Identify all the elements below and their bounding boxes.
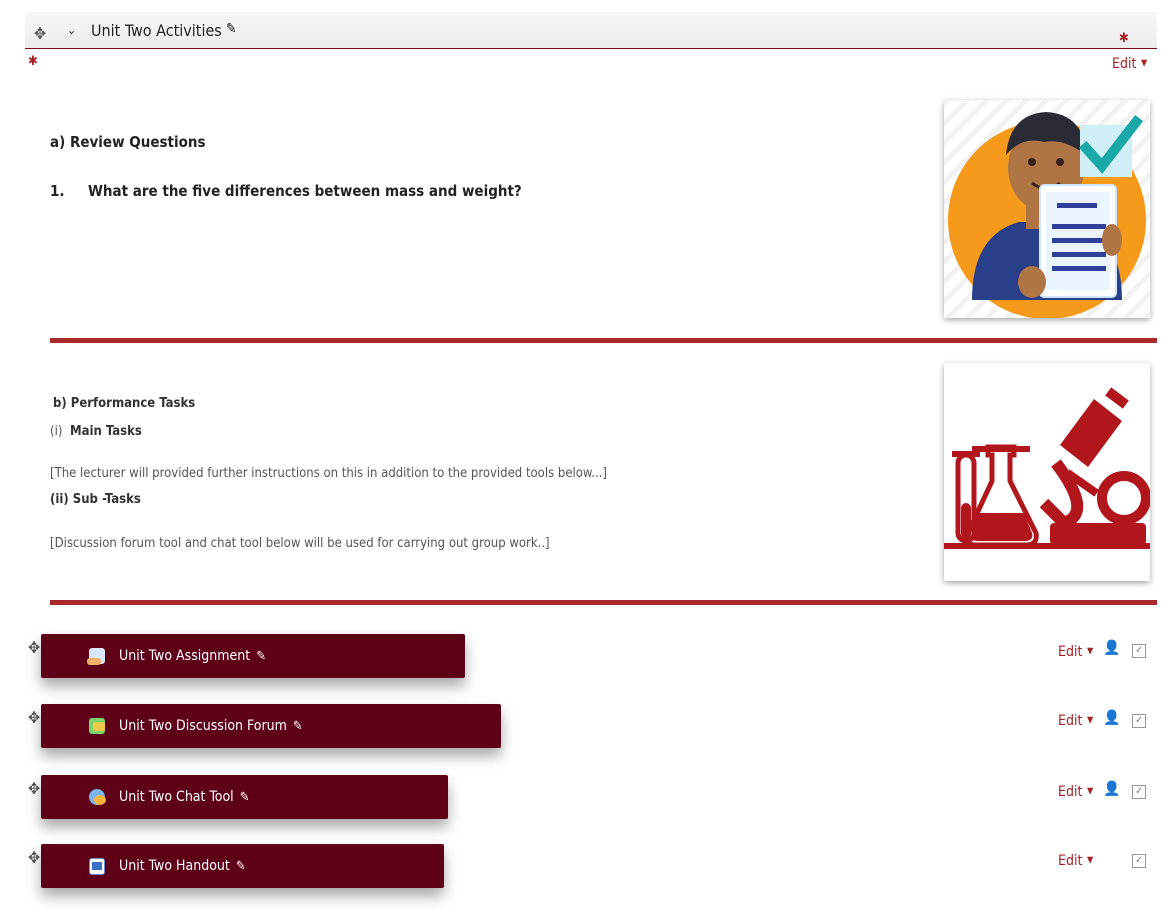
section-gear-icon[interactable]: ✱ xyxy=(1119,32,1129,45)
student-checklist-image xyxy=(944,100,1150,318)
review-heading: a) Review Questions xyxy=(50,133,206,151)
activity-name[interactable]: Unit Two Assignment xyxy=(119,648,250,664)
completion-checkbox-icon[interactable]: ✓ xyxy=(1132,854,1146,868)
user-icon[interactable]: 👤 xyxy=(1103,710,1120,726)
activity-edit-menu[interactable]: Edit ▼ xyxy=(1058,710,1093,729)
forum-icon xyxy=(89,718,105,734)
user-icon[interactable]: 👤 xyxy=(1103,781,1120,797)
section-header: ✥ ⌄ Unit Two Activities ✎ ✱ xyxy=(25,12,1157,49)
move-icon[interactable]: ✥ xyxy=(28,850,40,866)
caret-down-icon: ▼ xyxy=(1086,855,1094,866)
activity-name[interactable]: Unit Two Discussion Forum xyxy=(119,718,287,734)
main-tasks-label: Main Tasks xyxy=(70,424,142,439)
caret-down-icon: ▼ xyxy=(1140,58,1148,69)
performance-heading: b) Performance Tasks xyxy=(53,396,196,411)
completion-checkbox-icon[interactable]: ✓ xyxy=(1132,644,1146,658)
move-icon[interactable]: ✥ xyxy=(28,710,40,726)
pencil-icon[interactable]: ✎ xyxy=(236,859,246,874)
chat-icon xyxy=(89,789,106,805)
activity-name[interactable]: Unit Two Chat Tool xyxy=(119,789,234,805)
gear-icon[interactable]: ✱ xyxy=(28,55,38,68)
pencil-icon[interactable]: ✎ xyxy=(256,649,266,664)
move-icon[interactable]: ✥ xyxy=(28,640,40,656)
activity-edit-menu[interactable]: Edit ▼ xyxy=(1058,641,1093,660)
completion-checkbox-icon[interactable]: ✓ xyxy=(1132,785,1146,799)
activity-chat-tool[interactable]: Unit Two Chat Tool ✎ xyxy=(41,775,448,819)
pencil-icon[interactable]: ✎ xyxy=(293,719,303,734)
move-icon[interactable]: ✥ xyxy=(28,781,40,797)
assignment-icon xyxy=(87,648,105,665)
completion-checkbox-icon[interactable]: ✓ xyxy=(1132,714,1146,728)
edit-title-pencil-icon[interactable]: ✎ xyxy=(226,21,237,37)
caret-down-icon: ▼ xyxy=(1086,646,1094,657)
edit-label[interactable]: Edit xyxy=(1058,713,1082,729)
caret-down-icon: ▼ xyxy=(1086,715,1094,726)
sub-tasks-label: (ii) Sub -Tasks xyxy=(50,492,141,507)
activity-edit-menu[interactable]: Edit ▼ xyxy=(1058,781,1093,800)
activity-handout[interactable]: Unit Two Handout ✎ xyxy=(41,844,444,888)
activity-name[interactable]: Unit Two Handout xyxy=(119,858,230,874)
edit-label[interactable]: Edit xyxy=(1058,644,1082,660)
edit-label[interactable]: Edit xyxy=(1058,784,1082,800)
main-tasks-note: [The lecturer will provided further inst… xyxy=(50,466,607,481)
main-tasks-prefix: (i) xyxy=(50,424,63,439)
chevron-down-icon[interactable]: ⌄ xyxy=(67,23,76,37)
move-icon[interactable]: ✥ xyxy=(34,26,46,42)
question-text: What are the five differences between ma… xyxy=(88,182,522,200)
section-edit-menu[interactable]: Edit ▼ xyxy=(1112,53,1147,72)
activity-edit-menu[interactable]: Edit ▼ xyxy=(1058,850,1093,869)
edit-label[interactable]: Edit xyxy=(1112,56,1136,72)
document-icon xyxy=(89,857,105,875)
divider xyxy=(50,338,1157,343)
activity-discussion-forum[interactable]: Unit Two Discussion Forum ✎ xyxy=(41,704,501,748)
sub-tasks-note: [Discussion forum tool and chat tool bel… xyxy=(50,536,550,551)
user-icon[interactable]: 👤 xyxy=(1103,640,1120,656)
question-number: 1. xyxy=(50,182,65,200)
caret-down-icon: ▼ xyxy=(1086,786,1094,797)
section-title[interactable]: Unit Two Activities xyxy=(91,21,222,40)
laboratory-image xyxy=(944,363,1150,581)
divider xyxy=(50,600,1157,605)
edit-label[interactable]: Edit xyxy=(1058,853,1082,869)
activity-assignment[interactable]: Unit Two Assignment ✎ xyxy=(41,634,465,678)
pencil-icon[interactable]: ✎ xyxy=(240,790,250,805)
